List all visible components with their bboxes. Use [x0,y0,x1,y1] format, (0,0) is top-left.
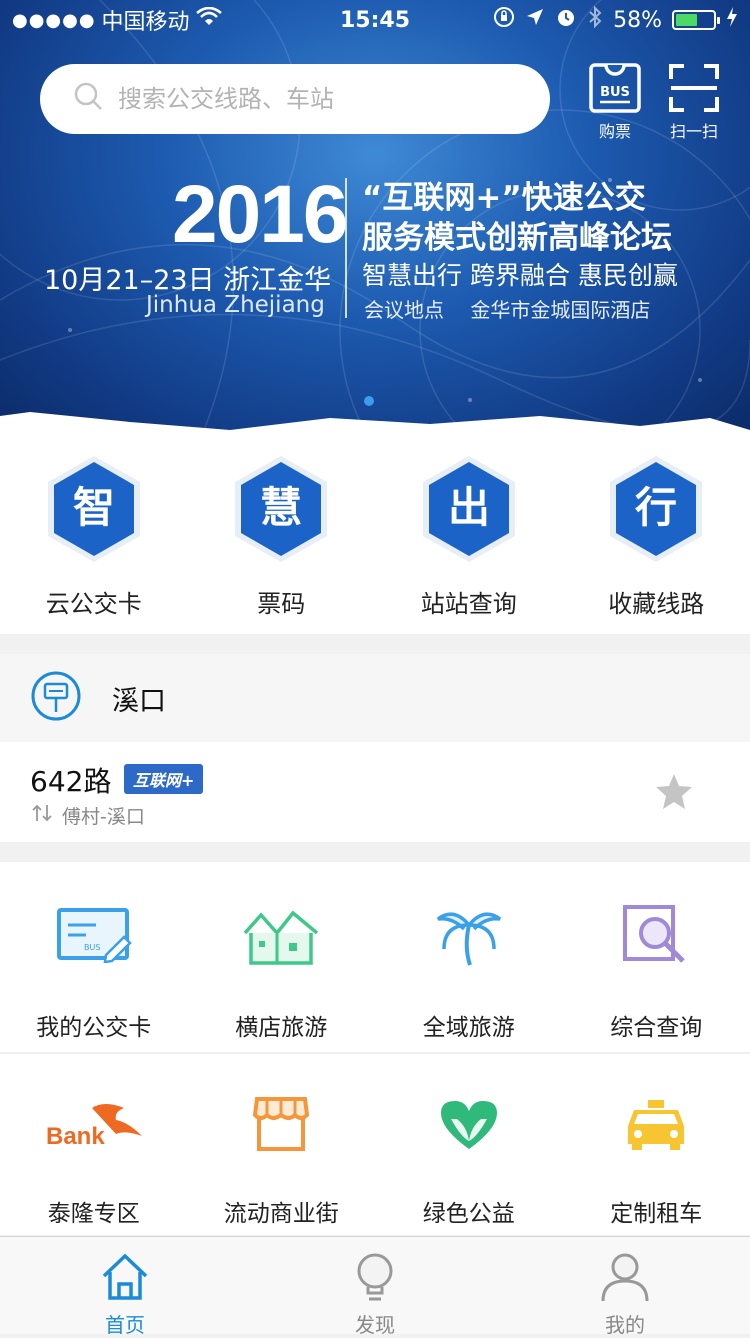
route-tag-badge: 互联网+ [124,764,203,794]
tab-discover[interactable]: 发现 [250,1237,500,1334]
route-direction-text: 傅村-溪口 [62,806,145,828]
scan-icon [664,62,724,114]
poster-title-line1: “互联网+”快速公交 [362,172,646,217]
hex-zhi-icon: 智 [44,454,144,564]
quick-action-label: 云公交卡 [0,584,188,619]
cloud-bus-card-button[interactable]: 智 云公交卡 [0,432,188,634]
poster-title-line2: 服务模式创新高峰论坛 [362,212,672,257]
stop-name: 溪口 [112,679,166,718]
bus-card-text: BUS [84,943,100,952]
swap-direction-icon [30,806,62,828]
quick-action-label: 收藏线路 [563,584,750,619]
rotation-lock-icon [493,6,515,34]
palm-tree-icon [375,900,563,970]
location-arrow-icon [525,7,545,33]
poster-venue: 会议地点 金华市金城国际酒店 [364,294,650,323]
search-bar[interactable] [40,64,550,134]
buy-ticket-button[interactable]: BUS 购票 [585,62,645,142]
hex-char: 行 [635,483,677,532]
poster-year: 2016 [172,168,346,262]
hex-chu-icon: 出 [419,454,519,564]
scan-button[interactable]: 扫一扫 [664,62,724,142]
battery-icon [672,10,716,30]
bus-card-icon: BUS [0,900,188,970]
banner-poster: 2016 10月21–23日 浙江金华 Jinhua Zhejiang “互联网… [0,160,750,340]
hex-char: 出 [448,483,490,532]
poster-english-place: Jinhua Zhejiang [146,292,325,318]
charging-icon [726,6,738,34]
poster-slogan: 智慧出行 跨界融合 惠民创赢 [362,256,678,292]
home-icon [0,1249,250,1305]
signal-strength: ●●●●● [12,10,96,31]
quick-action-label: 票码 [188,584,376,619]
service-label: 流动商业街 [188,1194,376,1228]
route-direction: 傅村-溪口 [30,802,145,829]
green-charity-button[interactable]: 绿色公益 [375,1054,563,1235]
route-number: 642路 [30,760,111,800]
my-bus-card-button[interactable]: BUS 我的公交卡 [0,862,188,1052]
user-icon [500,1249,750,1305]
bottom-tab-bar: 首页 发现 我的 [0,1236,750,1334]
green-heart-icon [375,1090,563,1160]
bluetooth-icon [587,5,603,35]
favorite-star-icon[interactable] [654,772,694,816]
wifi-icon [196,7,222,33]
hex-hui-icon: 慧 [231,454,331,564]
service-label: 绿色公益 [375,1194,563,1228]
services-row: BUS 我的公交卡 横店旅游 [0,862,750,1052]
tailong-zone-button[interactable]: Bank 泰隆专区 [0,1054,188,1235]
tab-home[interactable]: 首页 [0,1237,250,1334]
service-label: 我的公交卡 [0,1008,188,1042]
services-row: Bank 泰隆专区 流动商业街 [0,1052,750,1235]
service-label: 综合查询 [563,1008,750,1042]
search-input[interactable] [118,85,518,113]
custom-car-rental-button[interactable]: 定制租车 [563,1054,750,1235]
carrier-name: 中国移动 [102,4,190,36]
bank-logo-text: Bank [46,1123,105,1150]
favorite-routes-button[interactable]: 行 收藏线路 [563,432,750,634]
bus-ticket-icon: BUS [585,62,645,114]
services-grid: BUS 我的公交卡 横店旅游 [0,862,750,1235]
hengdian-tourism-button[interactable]: 横店旅游 [188,862,376,1052]
comprehensive-query-button[interactable]: 综合查询 [563,862,750,1052]
quick-actions: 智 云公交卡 慧 票码 出 站站查询 行 [0,432,750,634]
hex-char: 智 [73,483,115,532]
carousel-page-indicator[interactable] [364,396,374,406]
nearby-stop-header[interactable]: 溪口 [0,654,750,742]
service-label: 全域旅游 [375,1008,563,1042]
route-row[interactable]: 642路 互联网+ 傅村-溪口 [0,742,750,842]
mobile-shopping-street-button[interactable]: 流动商业街 [188,1054,376,1235]
status-bar: ●●●●● 中国移动 15:45 58% [0,0,750,40]
tab-me[interactable]: 我的 [500,1237,750,1334]
houses-icon [188,900,376,970]
quick-action-label: 站站查询 [375,584,563,619]
bank-logo-icon: Bank [0,1090,188,1160]
taxi-icon [563,1090,750,1160]
banner[interactable]: ●●●●● 中国移动 15:45 58% [0,0,750,440]
battery-percentage: 58% [613,8,662,33]
hex-char: 慧 [260,483,302,532]
ticket-code-button[interactable]: 慧 票码 [188,432,376,634]
lightbulb-icon [250,1249,500,1305]
stop-to-stop-query-button[interactable]: 出 站站查询 [375,432,563,634]
scan-label: 扫一扫 [664,118,724,142]
hex-xing-icon: 行 [606,454,706,564]
magnifier-document-icon [563,900,750,970]
bus-stop-icon [30,670,82,726]
search-icon [74,82,104,116]
service-label: 定制租车 [563,1194,750,1228]
poster-divider [345,178,347,318]
bus-ticket-text: BUS [600,85,630,100]
shop-icon [188,1090,376,1160]
buy-ticket-label: 购票 [585,118,645,142]
all-region-tourism-button[interactable]: 全域旅游 [375,862,563,1052]
alarm-icon [555,6,577,34]
service-label: 横店旅游 [188,1008,376,1042]
service-label: 泰隆专区 [0,1194,188,1228]
